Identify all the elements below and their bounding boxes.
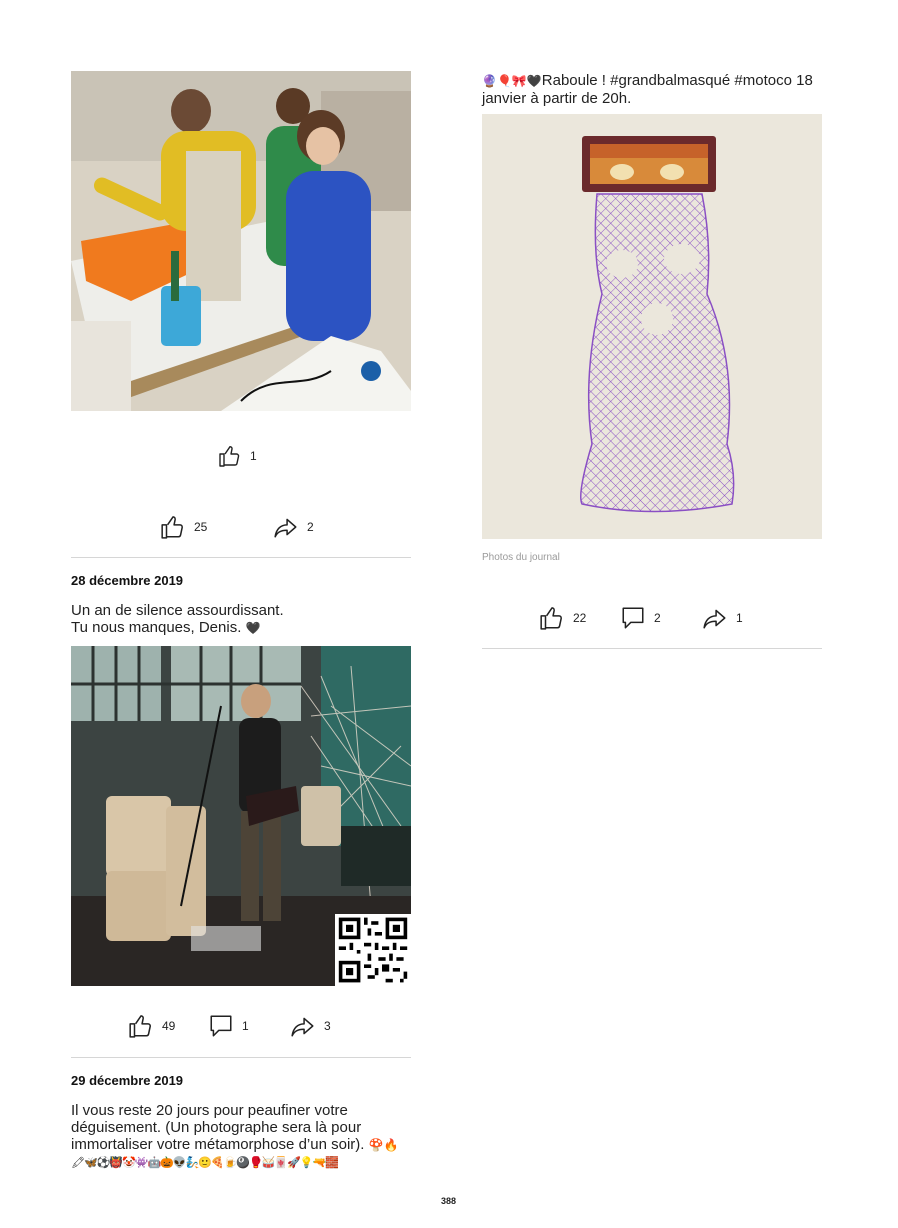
emoji-row: 🖍🦋⚽👹🤡👾🤖🎃👽🧞🙂🍕🍺🎱🥊🥁🀄🚀💡🔫🧱 — [71, 1156, 339, 1169]
share-count: 2 — [307, 520, 314, 534]
qr-code-icon[interactable] — [335, 914, 411, 986]
mask-photo — [482, 114, 822, 539]
concert-photo — [71, 646, 411, 986]
post-text-line: Il vous reste 20 jours pour peaufiner vo… — [71, 1102, 348, 1119]
post-text: 🔮🎈🎀🖤Raboule ! #grandbalmasqué #motoco 18… — [482, 72, 827, 107]
like-count: 1 — [250, 449, 257, 463]
post-date: 29 décembre 2019 — [71, 1073, 184, 1088]
mask-photo-art — [482, 114, 822, 539]
post-text-line: Un an de silence assourdissant. — [71, 602, 284, 619]
post3-comments: 2 — [620, 605, 661, 631]
separator — [71, 557, 411, 558]
comment-icon[interactable] — [620, 605, 646, 631]
share-icon[interactable] — [273, 514, 299, 540]
post-text-fragment: Raboule ! #grandbalmasqué #motoco 18 — [541, 72, 813, 89]
share-count: 3 — [324, 1019, 331, 1033]
workshop-photo-art — [71, 71, 411, 411]
post3-shares: 1 — [702, 605, 743, 631]
post3-likes: 22 — [539, 605, 586, 631]
comment-icon[interactable] — [208, 1013, 234, 1039]
emoji-inline: 🍄🔥 — [368, 1138, 399, 1152]
black-heart-emoji: 🖤 — [245, 621, 261, 635]
thumbs-up-icon[interactable] — [218, 444, 242, 468]
workshop-photo — [71, 71, 411, 411]
post-text-line: janvier à partir de 20h. — [482, 90, 632, 107]
post2-shares: 3 — [290, 1013, 331, 1039]
page-number: 388 — [441, 1196, 457, 1206]
post-text-line: immortaliser votre métamorphose d’un soi… — [71, 1136, 416, 1154]
comment-count: 2 — [654, 611, 661, 625]
photo-caption: Photos du journal — [482, 552, 560, 563]
like-count: 22 — [573, 611, 587, 625]
like-count: 25 — [194, 520, 208, 534]
thumbs-up-icon[interactable] — [128, 1013, 154, 1039]
separator — [71, 1057, 411, 1058]
post-text-line: Tu nous manques, Denis. 🖤 — [71, 619, 411, 637]
post-text-fragment: immortaliser votre métamorphose d’un soi… — [71, 1136, 365, 1153]
photo1-like-stat: 1 — [218, 444, 257, 468]
post-text-line: 🔮🎈🎀🖤Raboule ! #grandbalmasqué #motoco 18 — [482, 72, 827, 90]
post-text-fragment: Tu nous manques, Denis. — [71, 619, 242, 636]
post-text: Il vous reste 20 jours pour peaufiner vo… — [71, 1102, 416, 1171]
separator — [482, 648, 822, 649]
post1-likes: 25 — [160, 514, 207, 540]
emoji-prefix: 🔮🎈🎀🖤 — [482, 74, 542, 88]
comment-count: 1 — [242, 1019, 249, 1033]
like-count: 49 — [162, 1019, 176, 1033]
post1-shares: 2 — [273, 514, 314, 540]
share-icon[interactable] — [702, 605, 728, 631]
share-icon[interactable] — [290, 1013, 316, 1039]
thumbs-up-icon[interactable] — [539, 605, 565, 631]
post2-likes: 49 — [128, 1013, 175, 1039]
post-text: Un an de silence assourdissant. Tu nous … — [71, 602, 411, 637]
share-count: 1 — [736, 611, 743, 625]
post2-comments: 1 — [208, 1013, 249, 1039]
post-date: 28 décembre 2019 — [71, 573, 184, 588]
post-text-line: déguisement. (Un photographe sera là pou… — [71, 1119, 362, 1136]
thumbs-up-icon[interactable] — [160, 514, 186, 540]
